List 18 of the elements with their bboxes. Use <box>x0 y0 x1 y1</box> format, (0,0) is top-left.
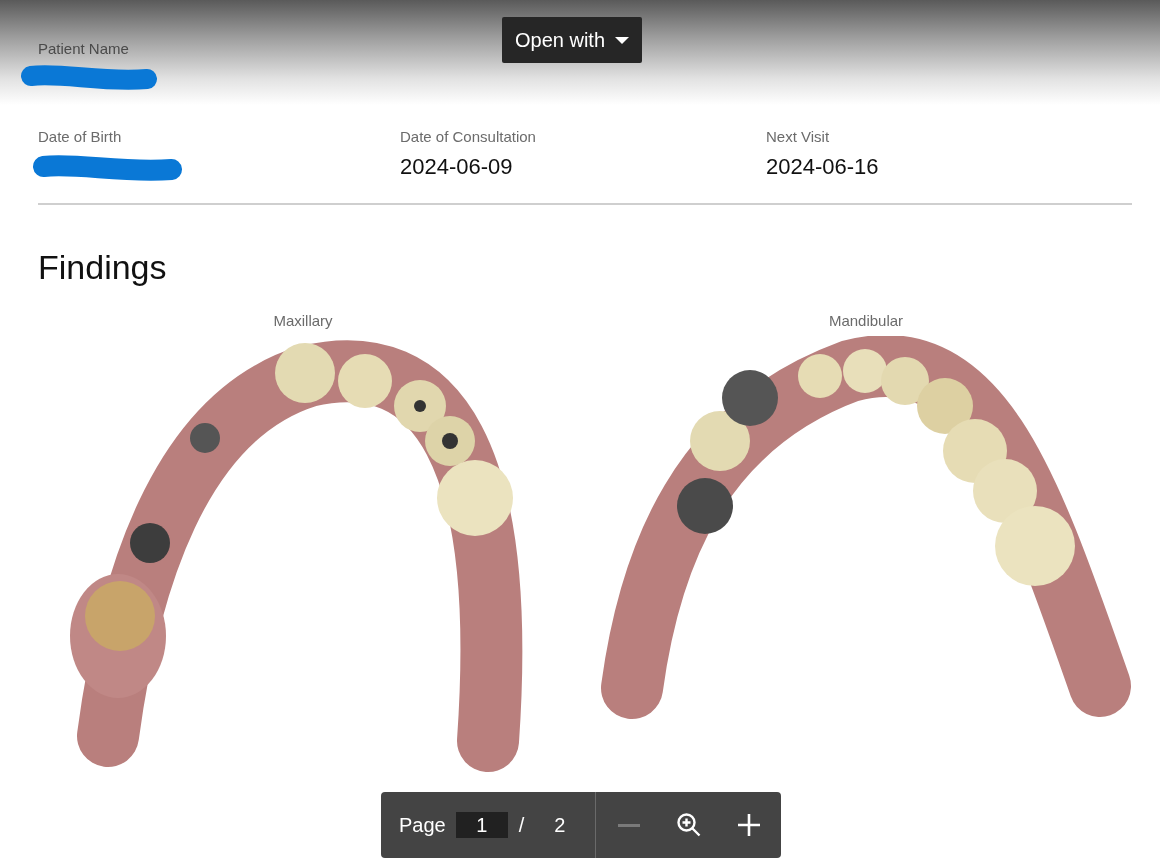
page-label: Page <box>399 813 446 837</box>
field-label: Patient Name <box>38 39 129 59</box>
page-separator: / <box>518 813 525 837</box>
caret-icon <box>615 36 630 44</box>
field-label: Date of Birth <box>38 127 122 147</box>
field-value: 2024-06-09 <box>400 153 513 181</box>
minus-icon <box>618 823 640 827</box>
field-value: 2024-06-16 <box>766 153 879 181</box>
section-heading: Findings <box>38 247 167 287</box>
open-with-button[interactable]: Open with <box>502 17 642 63</box>
plus-icon <box>738 814 760 836</box>
zoom-icon <box>677 813 701 837</box>
field-label: Next Visit <box>766 127 830 147</box>
field-label: Date of Consultation <box>400 127 536 147</box>
page-count: 2 <box>554 813 566 837</box>
scan-label: Maxillary <box>273 311 333 331</box>
scan-label: Mandibular <box>828 311 904 331</box>
page-number-field[interactable]: 1 <box>455 812 508 838</box>
